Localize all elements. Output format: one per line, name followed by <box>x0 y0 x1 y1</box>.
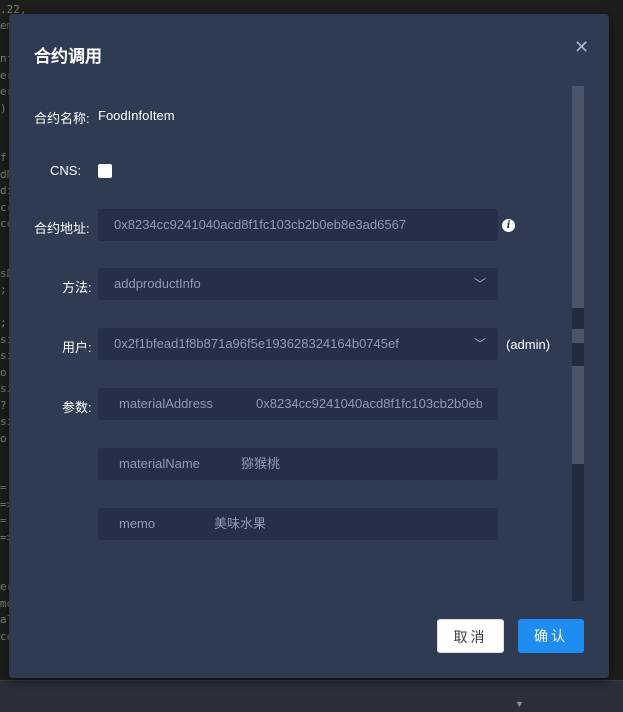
param-value: 美味水果 <box>214 516 267 531</box>
contract-address-text: 0x8234cc9241040acd8f1fc103cb2b0eb8e3ad65… <box>114 217 407 232</box>
scrollbar-thumb-segment <box>572 366 584 464</box>
user-label: 用户: <box>62 340 92 355</box>
close-icon[interactable]: ✕ <box>574 38 589 56</box>
param-value: 0x8234cc9241040acd8f1fc103cb2b0eb8e3ad65… <box>256 396 482 411</box>
scrollbar-thumb-segment <box>572 329 584 343</box>
cns-label: CNS: <box>50 163 82 178</box>
method-select[interactable]: addproductInfo ﹀ <box>98 268 498 300</box>
param-name: materialAddress <box>119 396 213 411</box>
cns-checkbox[interactable] <box>98 164 112 178</box>
param-name: materialName <box>119 456 200 471</box>
user-select[interactable]: 0x2f1bfead1f8b871a96f5e193628324164b0745… <box>98 328 498 360</box>
param-input-material-name[interactable]: materialName 猕猴桃 <box>98 448 498 480</box>
param-value: 猕猴桃 <box>241 456 281 471</box>
chevron-down-icon: ﹀ <box>473 277 486 291</box>
cancel-button[interactable]: 取消 <box>437 619 504 653</box>
method-selected-value: addproductInfo <box>114 276 201 291</box>
user-role-tag: (admin) <box>506 337 551 352</box>
params-label: 参数: <box>62 400 92 415</box>
background-code-line: f <box>0 151 7 164</box>
scrollbar-thumb[interactable] <box>572 86 584 308</box>
contract-address-input[interactable]: 0x8234cc9241040acd8f1fc103cb2b0eb8e3ad65… <box>98 209 498 241</box>
chevron-down-icon: ﹀ <box>473 337 486 351</box>
dialog-form: 合约名称: FoodInfoItem CNS: 合约地址: 0x8234cc92… <box>9 86 589 601</box>
dialog-scrollbar[interactable] <box>572 86 584 601</box>
param-input-material-address[interactable]: materialAddress 0x8234cc9241040acd8f1fc1… <box>98 388 498 420</box>
contract-name-label: 合约名称: <box>34 111 90 126</box>
background-code-line: = <box>0 481 7 494</box>
contract-address-label: 合约地址: <box>34 221 90 236</box>
dialog-title: 合约调用 <box>34 47 102 66</box>
contract-name-value: FoodInfoItem <box>98 108 175 123</box>
user-selected-value: 0x2f1bfead1f8b871a96f5e193628324164b0745… <box>114 336 399 351</box>
confirm-button[interactable]: 确认 <box>518 619 584 653</box>
contract-call-dialog: 合约调用 ✕ 合约名称: FoodInfoItem CNS: 合约地址: 0x8… <box>9 14 609 678</box>
method-label: 方法: <box>62 280 92 295</box>
background-code-line: ; <box>0 283 7 296</box>
bottom-status-bar: ▼ <box>0 680 623 712</box>
param-input-memo[interactable]: memo 美味水果 <box>98 508 498 540</box>
background-code-line: ; <box>0 316 7 329</box>
caret-down-icon: ▼ <box>515 699 524 709</box>
background-code-line: = <box>0 514 7 527</box>
param-name: memo <box>119 516 156 531</box>
info-icon[interactable]: i <box>502 219 515 232</box>
